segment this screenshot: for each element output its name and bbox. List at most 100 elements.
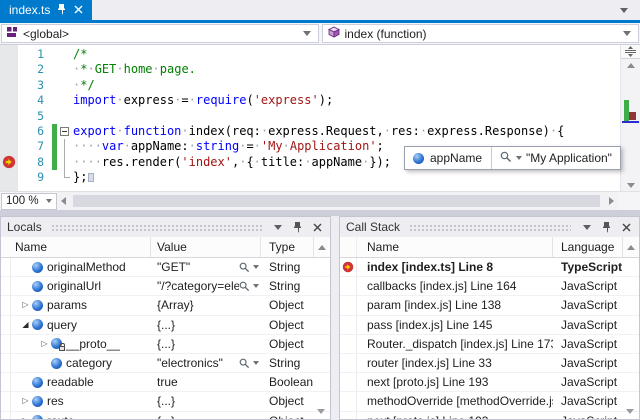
breakpoint-hit-icon[interactable] bbox=[0, 155, 18, 170]
editor-horizontal-scrollbar[interactable] bbox=[57, 192, 618, 210]
tree-expander-icon[interactable]: ▷ bbox=[19, 397, 32, 405]
locals-row[interactable]: readabletrueBoolean bbox=[1, 373, 330, 392]
code-text[interactable]: ·*·GET·home·page. bbox=[73, 62, 620, 77]
panel-scroll-down-arrow[interactable] bbox=[317, 409, 325, 414]
text-visualizer-control[interactable] bbox=[239, 358, 259, 369]
debugger-data-tip[interactable]: appName "My Application" bbox=[404, 146, 621, 170]
panel-scroll-down-arrow[interactable] bbox=[626, 409, 634, 414]
tree-expander-icon[interactable]: ▷ bbox=[19, 301, 32, 309]
scroll-up-arrow[interactable] bbox=[621, 59, 640, 71]
panel-scroll-up-arrow[interactable] bbox=[314, 237, 330, 257]
locals-row[interactable]: ◢query{...}Object bbox=[1, 316, 330, 335]
tree-expander-icon[interactable]: ▷ bbox=[19, 417, 32, 419]
tab-index-ts[interactable]: index.ts bbox=[0, 0, 92, 20]
breakpoint-margin[interactable] bbox=[0, 124, 18, 139]
magnifier-icon[interactable] bbox=[239, 262, 250, 273]
visualizer-dropdown-icon[interactable] bbox=[253, 265, 259, 269]
zoom-level-dropdown[interactable]: 100 % bbox=[1, 193, 57, 210]
callstack-row[interactable]: Router._dispatch [index.js] Line 173Java… bbox=[340, 335, 639, 354]
locals-row[interactable]: category"electronics"String bbox=[1, 354, 330, 373]
callstack-row[interactable]: param [index.js] Line 138JavaScript bbox=[340, 296, 639, 315]
locals-title-bar[interactable]: Locals bbox=[1, 217, 330, 237]
tree-expander-icon[interactable]: ◢ bbox=[19, 321, 32, 329]
column-header-name[interactable]: Name bbox=[1, 237, 151, 257]
magnifier-icon[interactable] bbox=[239, 281, 250, 292]
close-icon[interactable] bbox=[311, 221, 324, 234]
code-line[interactable]: 4import·express·=·require('express'); bbox=[0, 93, 620, 108]
tab-list-dropdown-icon[interactable] bbox=[620, 8, 628, 13]
code-text[interactable] bbox=[73, 109, 620, 124]
column-header-type[interactable]: Type bbox=[261, 237, 314, 257]
close-icon[interactable] bbox=[620, 221, 633, 234]
callstack-row[interactable]: index [index.ts] Line 8TypeScript bbox=[340, 258, 639, 277]
code-text[interactable]: export·function·index(req:·express.Reque… bbox=[73, 124, 620, 139]
callstack-row[interactable]: next [proto.js] Line 193JavaScript bbox=[340, 412, 639, 420]
callstack-row[interactable]: callbacks [index.js] Line 164JavaScript bbox=[340, 277, 639, 296]
variable-name-cell: ▷route bbox=[11, 412, 151, 420]
callstack-row[interactable]: router [index.js] Line 33JavaScript bbox=[340, 354, 639, 373]
chevron-down-icon bbox=[623, 31, 631, 36]
locals-row[interactable]: ▷route{...}Object bbox=[1, 412, 330, 420]
scroll-down-arrow[interactable] bbox=[621, 183, 640, 188]
member-label: index (function) bbox=[345, 27, 619, 41]
locals-row[interactable]: ▷__proto__{...}Object bbox=[1, 335, 330, 354]
callstack-title-bar[interactable]: Call Stack bbox=[340, 217, 639, 237]
locals-row[interactable]: ▷params{Array}Object bbox=[1, 296, 330, 315]
breakpoint-margin[interactable] bbox=[0, 62, 18, 77]
code-line[interactable]: 1/* bbox=[0, 47, 620, 62]
breakpoint-margin[interactable] bbox=[0, 170, 18, 185]
window-position-icon[interactable] bbox=[271, 221, 284, 234]
locals-row[interactable]: ▷res{...}Object bbox=[1, 392, 330, 411]
pin-icon[interactable] bbox=[291, 221, 304, 234]
code-editor[interactable]: 1/*2·*·GET·home·page.3·*/4import·express… bbox=[0, 45, 640, 191]
visualizer-dropdown-icon[interactable] bbox=[253, 361, 259, 365]
editor-vertical-scrollbar[interactable] bbox=[620, 45, 640, 191]
panels-splitter-vertical[interactable] bbox=[331, 216, 339, 420]
text-visualizer-control[interactable] bbox=[239, 262, 259, 273]
code-text[interactable]: }; bbox=[73, 170, 620, 185]
locals-row[interactable]: originalMethod"GET"String bbox=[1, 258, 330, 277]
fold-margin[interactable] bbox=[59, 124, 73, 139]
callstack-row[interactable]: pass [index.js] Line 145JavaScript bbox=[340, 316, 639, 335]
pin-icon[interactable] bbox=[600, 221, 613, 234]
breakpoint-margin[interactable] bbox=[0, 47, 18, 62]
column-header-language[interactable]: Language bbox=[553, 237, 623, 257]
close-icon[interactable] bbox=[74, 3, 83, 17]
breakpoint-margin[interactable] bbox=[0, 93, 18, 108]
magnifier-icon[interactable] bbox=[500, 151, 512, 166]
magnifier-icon[interactable] bbox=[239, 358, 250, 369]
member-dropdown[interactable]: index (function) bbox=[322, 24, 640, 43]
text-visualizer-control[interactable] bbox=[239, 281, 259, 292]
breakpoint-margin[interactable] bbox=[0, 139, 18, 154]
split-window-handle[interactable] bbox=[621, 45, 640, 59]
code-line[interactable]: 2·*·GET·home·page. bbox=[0, 62, 620, 77]
code-line[interactable]: 6export·function·index(req:·express.Requ… bbox=[0, 124, 620, 139]
visualizer-dropdown-icon[interactable] bbox=[253, 284, 259, 288]
code-line[interactable]: 9}; bbox=[0, 170, 620, 185]
column-header-value[interactable]: Value bbox=[151, 237, 261, 257]
variable-value-cell: "/?category=ele bbox=[151, 277, 261, 295]
code-line[interactable]: 3·*/ bbox=[0, 78, 620, 93]
code-text[interactable]: ·*/ bbox=[73, 78, 620, 93]
visualizer-dropdown-icon[interactable] bbox=[516, 156, 522, 160]
callstack-row[interactable]: next [proto.js] Line 193JavaScript bbox=[340, 373, 639, 392]
pin-icon[interactable] bbox=[57, 3, 67, 18]
breakpoint-margin[interactable] bbox=[0, 78, 18, 93]
code-text[interactable]: import·express·=·require('express'); bbox=[73, 93, 620, 108]
scroll-right-arrow[interactable] bbox=[609, 197, 614, 205]
window-position-icon[interactable] bbox=[580, 221, 593, 234]
scope-dropdown[interactable]: <global> bbox=[1, 24, 319, 43]
callstack-row[interactable]: methodOverride [methodOverride.js]JavaSc… bbox=[340, 392, 639, 411]
fold-margin bbox=[59, 139, 73, 154]
breakpoint-margin[interactable] bbox=[0, 109, 18, 124]
variable-name-cell: ▷params bbox=[11, 296, 151, 314]
panel-scroll-up-arrow[interactable] bbox=[623, 237, 639, 257]
tree-expander-icon[interactable]: ▷ bbox=[38, 340, 51, 348]
code-text[interactable]: /* bbox=[73, 47, 620, 62]
scroll-left-arrow[interactable] bbox=[61, 197, 66, 205]
horizontal-scroll-thumb[interactable] bbox=[73, 195, 600, 207]
code-line[interactable]: 5 bbox=[0, 109, 620, 124]
locals-row[interactable]: originalUrl"/?category=eleString bbox=[1, 277, 330, 296]
collapse-region-box[interactable] bbox=[60, 127, 69, 136]
column-header-name[interactable]: Name bbox=[357, 237, 553, 257]
